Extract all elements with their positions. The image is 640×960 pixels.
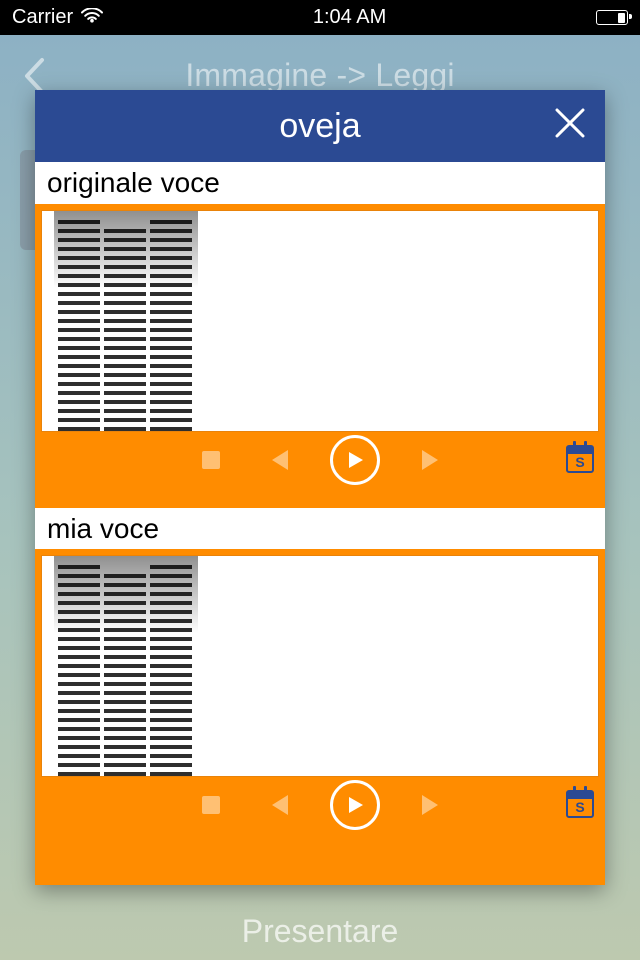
nav-title: Immagine -> Leggi xyxy=(185,57,454,94)
modal-header: oveja xyxy=(35,90,605,162)
original-voice-controls: S xyxy=(41,432,599,488)
my-voice-label: mia voce xyxy=(35,508,605,550)
my-voice-panel: mia voce xyxy=(35,508,605,834)
calendar-glyph: S xyxy=(575,799,584,815)
battery-icon xyxy=(596,10,628,25)
close-button[interactable] xyxy=(551,104,589,142)
modal-body: originale voce xyxy=(35,162,605,885)
my-voice-controls: S xyxy=(41,777,599,833)
play-button[interactable] xyxy=(330,780,380,830)
clock: 1:04 AM xyxy=(313,6,386,29)
voice-compare-modal: oveja originale voce xyxy=(35,90,605,885)
next-button[interactable] xyxy=(408,784,450,826)
status-bar: Carrier 1:04 AM xyxy=(0,0,640,35)
original-voice-label: originale voce xyxy=(35,162,605,204)
wifi-icon xyxy=(81,8,103,28)
schedule-button[interactable]: S xyxy=(563,787,597,821)
modal-title: oveja xyxy=(279,107,360,146)
original-voice-spectrogram xyxy=(41,210,599,432)
play-button[interactable] xyxy=(330,435,380,485)
carrier-label: Carrier xyxy=(12,6,73,29)
status-left: Carrier xyxy=(12,6,103,29)
status-right xyxy=(596,10,628,25)
original-voice-panel: originale voce xyxy=(35,162,605,488)
prev-button[interactable] xyxy=(260,784,302,826)
next-button[interactable] xyxy=(408,439,450,481)
stop-button[interactable] xyxy=(190,439,232,481)
calendar-glyph: S xyxy=(575,454,584,470)
prev-button[interactable] xyxy=(260,439,302,481)
present-button[interactable]: Presentare xyxy=(0,913,640,950)
my-voice-spectrogram xyxy=(41,555,599,777)
stop-button[interactable] xyxy=(190,784,232,826)
schedule-button[interactable]: S xyxy=(563,442,597,476)
